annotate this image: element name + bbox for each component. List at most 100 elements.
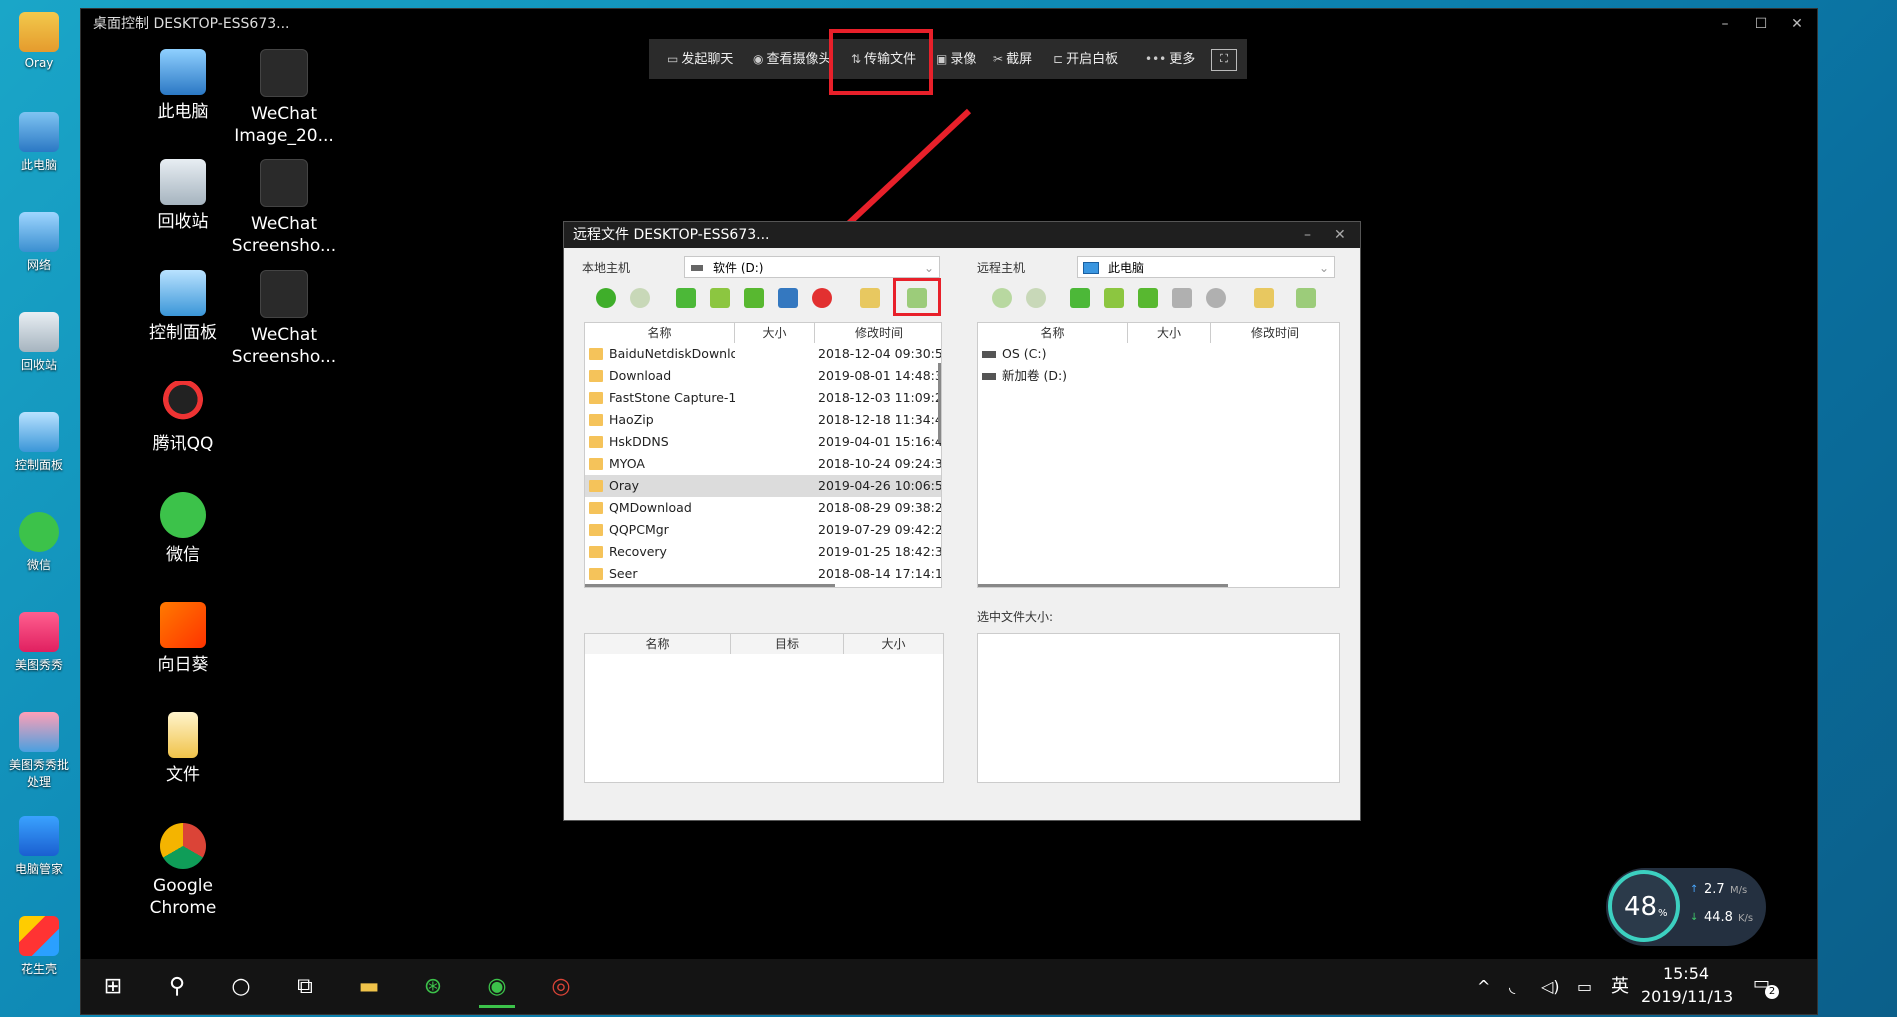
desktop-icon-oray-huashengke[interactable]: 花生壳 xyxy=(4,916,74,977)
file-dialog-close-button[interactable]: ✕ xyxy=(1334,222,1346,248)
remote-drive-select[interactable]: 此电脑 ⌄ xyxy=(1077,256,1335,278)
transfer-queue-list: 名称 目标 大小 xyxy=(584,633,944,783)
file-dialog-minimize-button[interactable]: – xyxy=(1304,222,1311,248)
remote-icon-qq[interactable]: 腾讯QQ xyxy=(128,381,238,455)
up-folder-icon[interactable] xyxy=(710,288,730,308)
desktop-icon-this-pc[interactable]: 此电脑 xyxy=(4,112,74,173)
column-size-header[interactable]: 大小 xyxy=(735,323,815,343)
browser-icon[interactable]: ⊛ xyxy=(415,969,451,1005)
desktop-icon-meitu-batch[interactable]: 美图秀秀批处理 xyxy=(4,712,74,790)
maximize-button[interactable]: ☐ xyxy=(1743,9,1779,39)
remote-icon-chrome[interactable]: Google Chrome xyxy=(128,823,238,919)
local-desktop: Oray 此电脑 网络 回收站 控制面板 微信 美图秀秀 美图秀秀批处理 电脑管… xyxy=(0,0,80,1017)
column-modified-header[interactable]: 修改时间 xyxy=(815,323,941,343)
remote-column-name-header[interactable]: 名称 xyxy=(978,323,1128,343)
file-transfer-dialog: 远程文件 DESKTOP-ESS673... – ✕ 本地主机 软件 (D:) … xyxy=(563,221,1361,821)
camera-button[interactable]: ◉ 查看摄像头 xyxy=(753,39,832,79)
remote-icon-recycle-bin[interactable]: 回收站 xyxy=(128,159,238,233)
record-button[interactable]: ▣ 录像 xyxy=(936,39,976,79)
chrome-taskbar-icon[interactable]: ◎ xyxy=(543,969,579,1005)
remote-icon-this-pc[interactable]: 此电脑 xyxy=(128,49,238,123)
remote-back-icon[interactable] xyxy=(992,288,1012,308)
remote-forward-icon[interactable] xyxy=(1026,288,1046,308)
network-icon[interactable]: ◟ xyxy=(1509,959,1515,1014)
notification-button[interactable]: ▭ 2 xyxy=(1753,973,1779,999)
task-view-icon[interactable]: ⧉ xyxy=(287,969,323,1005)
rename-icon[interactable] xyxy=(778,288,798,308)
desktop-icon-network[interactable]: 网络 xyxy=(4,212,74,273)
whiteboard-button[interactable]: ⊏ 开启白板 xyxy=(1053,39,1118,79)
remote-icon-wechat[interactable]: 微信 xyxy=(128,492,238,566)
network-speed-widget[interactable]: 48 % ↑ 2.7 M/s ↓ 44.8 K/s xyxy=(1606,868,1766,946)
file-explorer-icon[interactable]: ▬ xyxy=(351,969,387,1005)
file-row[interactable]: BaiduNetdiskDownload2018-12-04 09:30:50 xyxy=(585,343,941,365)
file-row[interactable]: QMDownload 2018-08-29 09:38:25 xyxy=(585,497,941,519)
drive-row[interactable]: OS (C:) xyxy=(978,343,1339,365)
back-icon[interactable] xyxy=(596,288,616,308)
remote-column-modified-header[interactable]: 修改时间 xyxy=(1211,323,1339,343)
file-row[interactable]: FastStone Capture-1 2018-12-03 11:09:22 xyxy=(585,387,941,409)
chat-button[interactable]: ▭ 发起聊天 xyxy=(667,39,733,79)
windows-start-icon[interactable]: ⊞ xyxy=(95,969,131,1005)
wechat-taskbar-icon[interactable]: ◉ xyxy=(479,969,515,1008)
forward-icon[interactable] xyxy=(630,288,650,308)
file-row[interactable]: Download 2019-08-01 14:48:36 xyxy=(585,365,941,387)
remote-refresh-icon[interactable] xyxy=(1070,288,1090,308)
queue-size-header[interactable]: 大小 xyxy=(844,634,943,654)
remote-icon-sunflower[interactable]: 向日葵 xyxy=(128,602,238,676)
queue-name-header[interactable]: 名称 xyxy=(585,634,731,654)
refresh-icon[interactable] xyxy=(676,288,696,308)
vertical-scrollbar[interactable] xyxy=(938,363,941,443)
remote-icon-control-panel[interactable]: 控制面板 xyxy=(128,270,238,344)
control-panel-icon xyxy=(19,412,59,452)
file-row[interactable]: MYOA 2018-10-24 09:24:32 xyxy=(585,453,941,475)
remote-up-folder-icon[interactable] xyxy=(1104,288,1124,308)
cortana-icon[interactable]: ○ xyxy=(223,969,259,1005)
properties-icon[interactable] xyxy=(860,288,880,308)
remote-delete-icon[interactable] xyxy=(1206,288,1226,308)
queue-target-header[interactable]: 目标 xyxy=(731,634,844,654)
delete-icon[interactable] xyxy=(812,288,832,308)
file-row[interactable]: QQPCMgr 2019-07-29 09:42:20 xyxy=(585,519,941,541)
usage-percent-unit: % xyxy=(1658,908,1668,919)
desktop-icon-control-panel[interactable]: 控制面板 xyxy=(4,412,74,473)
file-row[interactable]: Seer 2018-08-14 17:14:17 xyxy=(585,563,941,585)
desktop-icon-recycle-bin[interactable]: 回收站 xyxy=(4,312,74,373)
remote-icon-wechat-image[interactable]: WeChat Image_20... xyxy=(229,49,339,147)
screenshot-button[interactable]: ✂ 截屏 xyxy=(993,39,1032,79)
huashengke-icon xyxy=(19,916,59,956)
chevron-up-icon[interactable]: ^ xyxy=(1477,959,1490,1014)
clock[interactable]: 15:54 2019/11/13 xyxy=(1641,959,1733,1014)
file-row-selected[interactable]: Oray 2019-04-26 10:06:50 xyxy=(585,475,941,497)
more-button[interactable]: ••• 更多 xyxy=(1145,39,1195,79)
search-icon[interactable]: ⚲ xyxy=(159,969,195,1005)
download-icon[interactable] xyxy=(1296,288,1316,308)
desktop-icon-pc-manager[interactable]: 电脑管家 xyxy=(4,816,74,877)
volume-icon[interactable]: ◁) xyxy=(1541,959,1560,1014)
local-drive-select[interactable]: 软件 (D:) ⌄ xyxy=(684,256,940,278)
file-row[interactable]: HaoZip 2018-12-18 11:34:47 xyxy=(585,409,941,431)
new-folder-icon[interactable] xyxy=(744,288,764,308)
desktop-icon-oray[interactable]: Oray xyxy=(4,12,74,70)
ime-indicator[interactable]: 英 xyxy=(1611,959,1629,1014)
drive-row[interactable]: 新加卷 (D:) xyxy=(978,365,1339,387)
remote-column-size-header[interactable]: 大小 xyxy=(1128,323,1211,343)
record-icon: ▣ xyxy=(936,52,948,66)
desktop-icon-meitu[interactable]: 美图秀秀 xyxy=(4,612,74,673)
desktop-icon-wechat[interactable]: 微信 xyxy=(4,512,74,573)
remote-rename-icon[interactable] xyxy=(1172,288,1192,308)
minimize-button[interactable]: – xyxy=(1707,9,1743,39)
remote-icon-wechat-screenshot-1[interactable]: WeChat Screensho... xyxy=(229,159,339,257)
remote-icon-file[interactable]: 文件 xyxy=(128,712,238,786)
battery-icon[interactable]: ▭ xyxy=(1577,959,1592,1014)
column-name-header[interactable]: 名称 xyxy=(585,323,735,343)
remote-new-folder-icon[interactable] xyxy=(1138,288,1158,308)
remote-properties-icon[interactable] xyxy=(1254,288,1274,308)
file-row[interactable]: Recovery 2019-01-25 18:42:37 xyxy=(585,541,941,563)
remote-horizontal-scrollbar[interactable] xyxy=(978,584,1228,587)
fullscreen-button[interactable]: ⛶ xyxy=(1211,49,1237,71)
horizontal-scrollbar[interactable] xyxy=(585,584,835,587)
file-row[interactable]: HskDDNS 2019-04-01 15:16:46 xyxy=(585,431,941,453)
remote-icon-wechat-screenshot-2[interactable]: WeChat Screensho... xyxy=(229,270,339,368)
close-button[interactable]: ✕ xyxy=(1779,9,1815,39)
